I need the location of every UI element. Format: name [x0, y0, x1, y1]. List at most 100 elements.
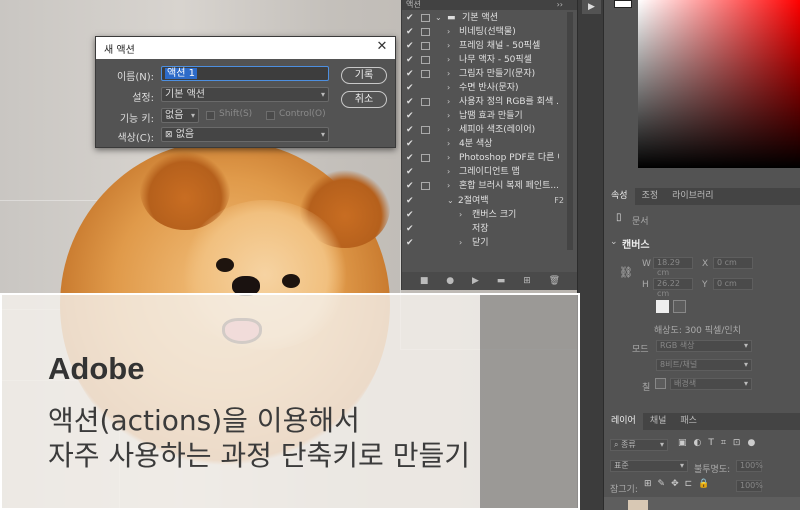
dialog-toggle-icon[interactable] — [421, 56, 430, 64]
checkmark-icon[interactable]: ✔ — [406, 151, 416, 165]
function-key-select[interactable]: 없음 ▾ — [161, 108, 199, 123]
checkmark-icon[interactable]: ✔ — [406, 95, 416, 109]
x-input[interactable]: 0 cm — [713, 257, 753, 269]
trash-icon[interactable]: 🗑 — [549, 276, 560, 286]
checkmark-icon[interactable]: ✔ — [406, 11, 416, 25]
action-item-row[interactable]: ✔ › 그레이디언트 맵 — [402, 165, 578, 179]
y-input[interactable]: 0 cm — [713, 278, 753, 290]
lock-icons[interactable]: ⊞✎✥⊏🔒 — [644, 479, 715, 489]
action-item-row[interactable]: ✔ › 그림자 만들기(문자) — [402, 67, 578, 81]
stop-icon[interactable]: ■ — [420, 276, 429, 286]
dialog-toggle-icon[interactable] — [421, 126, 430, 134]
control-checkbox[interactable] — [266, 111, 275, 120]
landscape-orientation-icon[interactable] — [673, 300, 686, 313]
chevron-right-icon[interactable]: › — [447, 39, 450, 53]
chevron-down-icon[interactable]: ⌄ — [435, 11, 442, 25]
custom-action-row[interactable]: ✔ ⌄ 2절여백 F2 — [402, 194, 578, 208]
checkmark-icon[interactable]: ✔ — [406, 25, 416, 39]
action-item-row[interactable]: ✔ › 혼합 브러시 복제 페인트... — [402, 179, 578, 193]
chevron-right-icon[interactable]: › — [447, 151, 450, 165]
mode-select[interactable]: RGB 색상 ▾ — [656, 340, 752, 352]
dialog-toggle-icon[interactable] — [421, 154, 430, 162]
checkmark-icon[interactable]: ✔ — [406, 123, 416, 137]
action-item-row[interactable]: ✔ › Photoshop PDF로 다른 이... — [402, 151, 578, 165]
checkmark-icon[interactable]: ✔ — [406, 53, 416, 67]
tab-adjustments[interactable]: 조정 — [635, 188, 666, 205]
checkmark-icon[interactable]: ✔ — [406, 208, 416, 222]
action-item-row[interactable]: ✔ › 사용자 정의 RGB를 회색 ... — [402, 95, 578, 109]
layer-row[interactable] — [604, 497, 800, 510]
fill-swatch[interactable] — [655, 378, 666, 389]
set-select[interactable]: 기본 액션 ▾ — [161, 87, 329, 102]
color-select[interactable]: ⊠ 없음 ▾ — [161, 127, 329, 142]
checkmark-icon[interactable]: ✔ — [406, 109, 416, 123]
action-step-row[interactable]: ✔ › 닫기 — [402, 236, 578, 250]
action-name-input[interactable]: 액션 1 — [161, 66, 329, 81]
tab-layers[interactable]: 레이어 — [604, 413, 643, 430]
layer-kind-select[interactable]: ⌕ 종류 ▾ — [610, 439, 668, 451]
foreground-swatch[interactable] — [614, 0, 632, 8]
dialog-toggle-icon[interactable] — [421, 42, 430, 50]
record-icon[interactable]: ● — [446, 276, 454, 286]
blend-mode-select[interactable]: 표준 ▾ — [610, 460, 688, 472]
bit-depth-select[interactable]: 8비트/채널 ▾ — [656, 359, 752, 371]
chevron-right-icon[interactable]: › — [447, 123, 450, 137]
checkmark-icon[interactable]: ✔ — [406, 222, 416, 236]
chevron-right-icon[interactable]: › — [447, 165, 450, 179]
shift-checkbox[interactable] — [206, 111, 215, 120]
dialog-toggle-icon[interactable] — [421, 98, 430, 106]
chevron-right-icon[interactable]: › — [447, 25, 450, 39]
checkmark-icon[interactable]: ✔ — [406, 137, 416, 151]
cancel-button[interactable]: 취소 — [341, 91, 387, 108]
action-item-row[interactable]: ✔ › 프레임 채널 - 50픽셀 — [402, 39, 578, 53]
checkmark-icon[interactable]: ✔ — [406, 67, 416, 81]
chevron-right-icon[interactable]: › — [447, 179, 450, 193]
action-item-row[interactable]: ✔ › 나무 액자 - 50픽셀 — [402, 53, 578, 67]
new-set-icon[interactable]: ▬ — [497, 276, 506, 286]
play-icon[interactable]: ▶ — [472, 276, 479, 286]
link-icon[interactable]: ⛓ — [619, 266, 633, 279]
action-item-row[interactable]: ✔ › 비네팅(선택물) — [402, 25, 578, 39]
action-item-row[interactable]: ✔ › 4분 색상 — [402, 137, 578, 151]
action-item-row[interactable]: ✔ › 수면 반사(문자) — [402, 81, 578, 95]
chevron-right-icon[interactable]: › — [447, 95, 450, 109]
new-action-icon[interactable]: ⊞ — [523, 276, 531, 286]
tab-libraries[interactable]: 라이브러리 — [665, 188, 720, 205]
layer-filter-icons[interactable]: ▣◐T⌗⊡● — [678, 438, 762, 448]
panel-menu-icon[interactable]: ›› — [557, 0, 577, 9]
fill-select[interactable]: 배경색 ▾ — [670, 378, 752, 390]
dialog-toggle-icon[interactable] — [421, 182, 430, 190]
play-icon[interactable]: ▶ — [582, 0, 601, 14]
close-icon[interactable]: ✕ — [375, 40, 389, 54]
fill-opacity-input[interactable]: 100% — [736, 480, 763, 492]
action-item-row[interactable]: ✔ › 납땜 효과 만들기 — [402, 109, 578, 123]
checkmark-icon[interactable]: ✔ — [406, 81, 416, 95]
tab-paths[interactable]: 패스 — [673, 413, 704, 430]
height-input[interactable]: 26.22 cm — [653, 278, 693, 298]
opacity-input[interactable]: 100% — [736, 460, 763, 472]
chevron-right-icon[interactable]: › — [447, 53, 450, 67]
dialog-toggle-icon[interactable] — [421, 70, 430, 78]
chevron-right-icon[interactable]: › — [459, 236, 462, 250]
record-button[interactable]: 기록 — [341, 67, 387, 84]
checkmark-icon[interactable]: ✔ — [406, 179, 416, 193]
chevron-right-icon[interactable]: › — [447, 137, 450, 151]
checkmark-icon[interactable]: ✔ — [406, 194, 416, 208]
dialog-toggle-icon[interactable] — [421, 28, 430, 36]
action-step-row[interactable]: ✔ 저장 — [402, 222, 578, 236]
chevron-down-icon[interactable]: ⌄ — [610, 237, 618, 247]
chevron-right-icon[interactable]: › — [447, 81, 450, 95]
checkmark-icon[interactable]: ✔ — [406, 165, 416, 179]
checkmark-icon[interactable]: ✔ — [406, 236, 416, 250]
action-step-row[interactable]: ✔ › 캔버스 크기 — [402, 208, 578, 222]
chevron-right-icon[interactable]: › — [447, 109, 450, 123]
checkmark-icon[interactable]: ✔ — [406, 39, 416, 53]
action-item-row[interactable]: ✔ › 세피아 색조(레이어) — [402, 123, 578, 137]
width-input[interactable]: 18.29 cm — [653, 257, 693, 277]
chevron-right-icon[interactable]: › — [447, 67, 450, 81]
chevron-down-icon[interactable]: ⌄ — [447, 194, 454, 208]
color-field[interactable] — [638, 0, 800, 168]
dialog-toggle-icon[interactable] — [421, 14, 430, 22]
action-set-row[interactable]: ✔ ⌄ ▬ 기본 액션 — [402, 11, 578, 25]
tab-channels[interactable]: 채널 — [643, 413, 674, 430]
